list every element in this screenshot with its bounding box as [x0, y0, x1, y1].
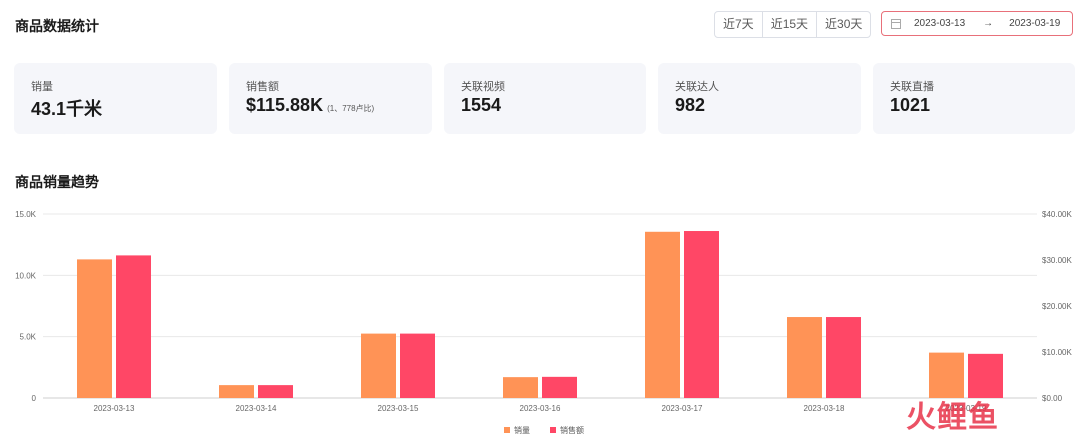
y-left-tick-label: 15.0K	[15, 210, 37, 219]
x-tick-label: 2023-03-16	[520, 404, 561, 413]
bar-sales-amount	[684, 231, 719, 398]
bar-sales-amount	[826, 317, 861, 398]
x-tick-label: 2023-03-14	[236, 404, 277, 413]
watermark-logo: 火鲤鱼	[906, 401, 999, 434]
bar-sales-volume	[361, 333, 396, 398]
y-right-tick-label: $10.00K	[1042, 348, 1072, 357]
bar-sales-amount	[400, 333, 435, 398]
y-right-tick-label: $30.00K	[1042, 256, 1072, 265]
y-right-tick-label: $0.00	[1042, 394, 1063, 403]
bar-sales-volume	[645, 231, 680, 398]
y-right-tick-label: $40.00K	[1042, 210, 1072, 219]
x-tick-label: 2023-03-15	[378, 404, 419, 413]
bar-sales-amount	[542, 376, 577, 398]
y-left-tick-label: 0	[32, 394, 37, 403]
y-left-tick-label: 5.0K	[20, 333, 37, 342]
bar-sales-amount	[258, 385, 293, 398]
bar-sales-volume	[77, 259, 112, 398]
y-left-tick-label: 10.0K	[15, 271, 37, 280]
legend-label-sales-amount: 销售额	[560, 425, 584, 435]
legend-swatch-sales-amount	[550, 427, 556, 433]
bar-sales-volume	[219, 385, 254, 398]
x-tick-label: 2023-03-18	[804, 404, 845, 413]
legend-swatch-sales-volume	[504, 427, 510, 433]
legend-label-sales-volume: 销量	[514, 425, 530, 435]
x-tick-label: 2023-03-17	[662, 404, 703, 413]
x-tick-label: 2023-03-13	[94, 404, 135, 413]
bar-sales-volume	[503, 377, 538, 398]
bar-sales-amount	[116, 255, 151, 398]
bar-sales-volume	[787, 317, 822, 398]
y-right-tick-label: $20.00K	[1042, 302, 1072, 311]
sales-trend-chart: 0 5.0K 10.0K 15.0K $0.00 $10.00K $20.00K $30.00…	[15, 210, 1072, 435]
